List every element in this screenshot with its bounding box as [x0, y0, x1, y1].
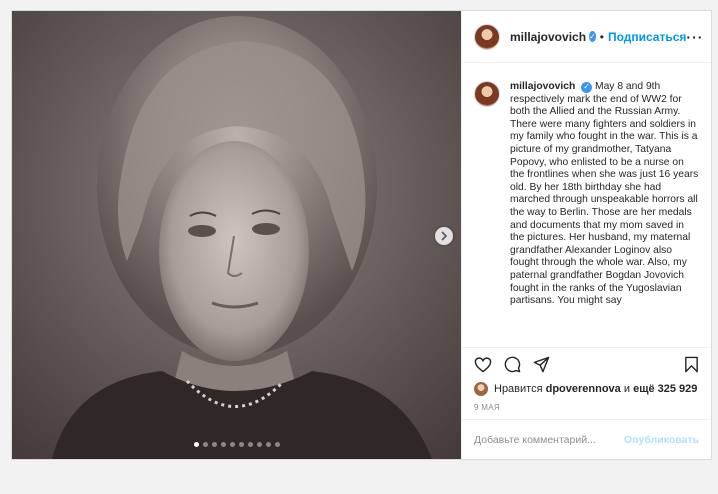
caption-avatar[interactable]: [474, 81, 500, 107]
carousel-dot: [238, 442, 244, 447]
share-icon[interactable]: [533, 356, 550, 373]
post-media[interactable]: [12, 11, 461, 459]
verified-badge-icon: ✓: [581, 81, 593, 93]
carousel-next-button[interactable]: [435, 227, 453, 245]
follow-button[interactable]: Подписаться: [608, 30, 686, 44]
vintage-portrait-photo: [12, 11, 461, 459]
comment-icon[interactable]: [504, 356, 521, 373]
caption-text: millajovovich ✓ May 8 and 9th respective…: [510, 81, 699, 347]
likes-summary: Нравится dpoverennova и ещё 325 929: [462, 381, 711, 397]
carousel-dot: [265, 442, 271, 447]
likes-prefix: Нравится: [494, 383, 543, 395]
comment-input[interactable]: [474, 433, 625, 446]
caption-body: May 8 and 9th respectively mark the end …: [510, 81, 699, 307]
post-sidebar: millajovovich ✓ • Подписаться ··· millaj…: [461, 11, 711, 459]
post-date[interactable]: 9 МАЯ: [462, 397, 711, 419]
carousel-dot: [193, 442, 199, 447]
heart-icon[interactable]: [474, 356, 492, 373]
caption-area: millajovovich ✓ May 8 and 9th respective…: [462, 63, 711, 347]
likes-conjunction: и: [623, 383, 631, 395]
verified-badge-icon: ✓: [589, 31, 596, 42]
carousel-indicator: [12, 442, 461, 447]
liker-username[interactable]: dpoverennova: [546, 383, 621, 395]
carousel-dot: [256, 442, 262, 447]
separator-dot: •: [599, 29, 604, 44]
username-link[interactable]: millajovovich: [510, 30, 586, 44]
carousel-dot: [202, 442, 208, 447]
carousel-dot: [229, 442, 235, 447]
carousel-dot: [220, 442, 226, 447]
post-header: millajovovich ✓ • Подписаться ···: [462, 11, 711, 63]
caption-username[interactable]: millajovovich: [510, 81, 575, 92]
comment-form: Опубликовать: [462, 419, 711, 459]
more-options-icon[interactable]: ···: [686, 29, 703, 45]
publish-button[interactable]: Опубликовать: [624, 434, 699, 446]
action-bar: [462, 347, 711, 381]
likes-others-count[interactable]: ещё 325 929: [633, 383, 697, 395]
chevron-right-icon: [441, 231, 448, 241]
bookmark-icon[interactable]: [684, 356, 699, 373]
carousel-dot: [247, 442, 253, 447]
post-modal: millajovovich ✓ • Подписаться ··· millaj…: [11, 10, 712, 460]
carousel-dot: [211, 442, 217, 447]
avatar[interactable]: [474, 23, 500, 50]
liker-avatar[interactable]: [474, 382, 488, 396]
carousel-dot: [274, 442, 280, 447]
